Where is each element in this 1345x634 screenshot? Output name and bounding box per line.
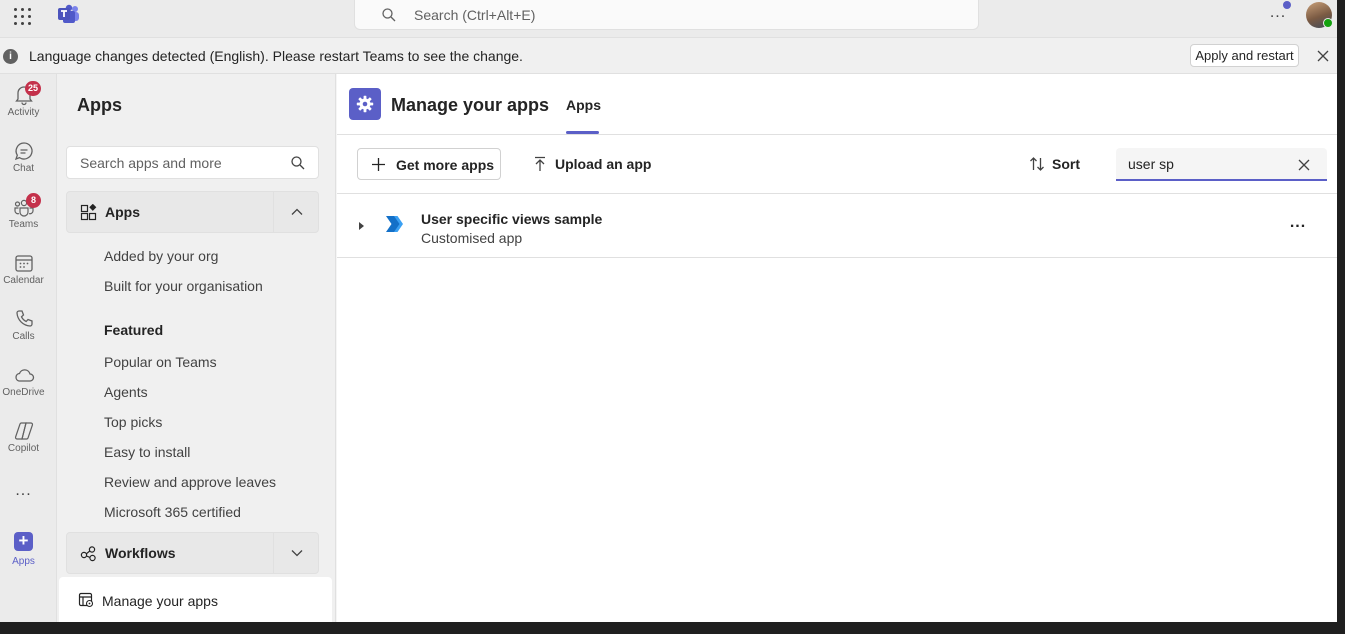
manage-your-apps-item[interactable]: Manage your apps (59, 577, 332, 622)
rail-label-chat: Chat (12, 163, 35, 174)
teams-logo-icon (58, 4, 79, 23)
search-apps-input[interactable]: Search apps and more (66, 146, 319, 179)
rail-item-copilot[interactable]: Copilot (0, 412, 47, 462)
search-icon (291, 156, 305, 170)
rail-item-calendar[interactable]: Calendar (0, 244, 47, 294)
rail-item-calls[interactable]: Calls (0, 300, 47, 350)
rail-label-onedrive: OneDrive (2, 387, 45, 398)
rail-item-activity[interactable]: Activity 25 (0, 76, 47, 126)
restart-notification-bar: i Language changes detected (English). P… (0, 38, 1337, 74)
rail-label-calls: Calls (12, 331, 35, 342)
nav-agents[interactable]: Agents (104, 384, 148, 400)
rail-label-teams: Teams (8, 219, 39, 230)
calendar-icon (14, 255, 33, 272)
apps-toolbar: Get more apps Upload an app Sort (337, 136, 1337, 194)
rail-item-teams[interactable]: Teams 8 (0, 188, 47, 238)
app-launcher-icon[interactable] (13, 6, 33, 26)
nav-review-approve-leaves[interactable]: Review and approve leaves (104, 474, 276, 490)
nav-popular-on-teams[interactable]: Popular on Teams (104, 354, 217, 370)
nav-m365-certified[interactable]: Microsoft 365 certified (104, 504, 241, 520)
upload-icon (535, 156, 545, 171)
phone-icon (15, 310, 33, 327)
rail-label-activity: Activity (7, 107, 40, 118)
sort-button[interactable]: Sort (1029, 148, 1089, 180)
close-icon[interactable] (1315, 48, 1331, 64)
plus-icon (372, 158, 385, 171)
collapse-apps-button[interactable] (274, 192, 319, 232)
cloud-icon (14, 369, 34, 382)
chevron-up-icon (291, 208, 302, 215)
rail-item-onedrive[interactable]: OneDrive (0, 356, 47, 406)
manage-your-apps-label: Manage your apps (102, 593, 218, 609)
filter-apps-box (1116, 148, 1327, 181)
expand-row-icon[interactable] (359, 222, 364, 230)
workflows-section-label: Workflows (105, 545, 176, 561)
get-more-apps-button[interactable]: Get more apps (357, 148, 501, 180)
sort-icon (1030, 157, 1044, 171)
activity-count-badge: 25 (25, 81, 42, 96)
manage-apps-icon (78, 592, 94, 608)
apps-grid-icon (80, 204, 97, 221)
get-more-apps-label: Get more apps (396, 157, 495, 173)
workflows-icon (80, 546, 96, 562)
rail-label-calendar: Calendar (3, 275, 44, 286)
presence-available-icon (1323, 18, 1333, 28)
more-apps-icon[interactable]: ... (0, 482, 47, 500)
table-row[interactable]: User specific views sample Customised ap… (337, 195, 1337, 258)
clear-filter-icon[interactable] (1297, 158, 1311, 172)
view-header: Manage your apps Apps (337, 74, 1337, 135)
gear-icon (356, 95, 374, 113)
nav-built-for-org[interactable]: Built for your organisation (104, 278, 263, 294)
notification-message: Language changes detected (English). Ple… (29, 48, 523, 64)
chevron-down-icon (291, 550, 302, 557)
page-title: Manage your apps (391, 95, 550, 115)
title-bar: Search (Ctrl+Alt+E) ... (0, 0, 1337, 38)
sort-label: Sort (1052, 156, 1080, 172)
manage-apps-view: Manage your apps Apps Get more apps Uplo… (337, 74, 1337, 622)
apply-and-restart-button[interactable]: Apply and restart (1190, 44, 1299, 67)
expand-workflows-button[interactable] (274, 533, 319, 573)
filter-apps-input[interactable] (1128, 156, 1288, 172)
rail-item-chat[interactable]: Chat (0, 132, 47, 182)
app-logo-icon (386, 216, 403, 232)
nav-easy-to-install[interactable]: Easy to install (104, 444, 190, 460)
upload-app-label: Upload an app (555, 156, 652, 172)
nav-top-picks[interactable]: Top picks (104, 414, 162, 430)
rail-label-apps: Apps (12, 556, 35, 567)
copilot-icon (14, 422, 33, 440)
search-apps-placeholder: Search apps and more (80, 154, 222, 171)
teams-count-badge: 8 (26, 193, 41, 208)
rail-label-copilot: Copilot (7, 443, 40, 454)
app-name: User specific views sample (421, 211, 603, 227)
notification-dot (1283, 1, 1291, 9)
chat-icon (14, 142, 33, 161)
apps-icon: + (14, 532, 33, 551)
apps-section-header[interactable]: Apps (66, 191, 319, 233)
global-search-placeholder: Search (Ctrl+Alt+E) (414, 6, 536, 23)
featured-heading: Featured (104, 322, 164, 338)
nav-added-by-org[interactable]: Added by your org (104, 248, 218, 264)
row-more-options-icon[interactable]: ... (1285, 214, 1311, 236)
global-search-box[interactable]: Search (Ctrl+Alt+E) (354, 0, 979, 30)
upload-app-button[interactable]: Upload an app (532, 148, 652, 180)
rail-item-apps[interactable]: + Apps (0, 522, 47, 572)
active-tab-indicator (566, 131, 599, 134)
apps-section-label: Apps (105, 204, 140, 220)
tab-apps[interactable]: Apps (566, 97, 601, 113)
workflows-section-header[interactable]: Workflows (66, 532, 319, 574)
app-type: Customised app (421, 230, 523, 246)
app-rail: Activity 25 Chat Teams 8 Calendar Calls … (0, 74, 57, 622)
teams-window: Search (Ctrl+Alt+E) ... i Language chang… (0, 0, 1337, 622)
apps-side-panel: Apps Search apps and more Apps Added by … (57, 74, 336, 622)
search-icon (382, 7, 396, 21)
panel-title: Apps (77, 95, 122, 115)
manage-apps-tile (349, 88, 381, 120)
info-icon: i (3, 49, 18, 64)
